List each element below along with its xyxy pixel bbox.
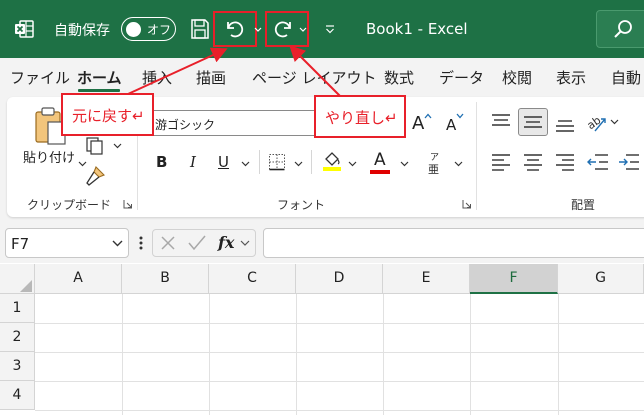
fill-color-dropdown-icon[interactable] (348, 161, 357, 167)
row-header-2[interactable]: 2 (0, 323, 35, 352)
column-header-c[interactable]: C (209, 264, 296, 294)
tab-automate[interactable]: 自動 (611, 67, 641, 88)
save-icon[interactable] (190, 18, 210, 40)
paste-label[interactable]: 貼り付け (23, 147, 75, 166)
align-right-icon[interactable] (555, 153, 575, 171)
tab-formulas[interactable]: 数式 (384, 67, 414, 88)
underline-button[interactable]: U (218, 153, 229, 171)
redo-icon[interactable] (272, 17, 296, 41)
tab-draw[interactable]: 描画 (196, 67, 226, 88)
font-divider (259, 150, 260, 174)
column-header-g[interactable]: G (558, 264, 644, 294)
window-title: Book1 - Excel (366, 20, 468, 38)
tab-review[interactable]: 校閲 (502, 67, 532, 88)
middle-align-icon (524, 116, 542, 128)
row-header-1[interactable]: 1 (0, 294, 35, 323)
font-name-value: 游ゴシック (155, 118, 216, 132)
font-group-label: フォント (277, 198, 326, 212)
grid-line (35, 410, 644, 411)
redo-dropdown-icon[interactable] (299, 27, 307, 33)
phonetic-dropdown-icon[interactable] (454, 161, 463, 167)
tab-page-layout[interactable]: ページ レイアウト (252, 67, 376, 88)
excel-logo-icon (15, 20, 34, 38)
align-center-icon[interactable] (523, 153, 543, 171)
grid-line (35, 323, 644, 324)
shrink-font-caret-icon (456, 113, 464, 119)
row-header-3[interactable]: 3 (0, 352, 35, 381)
cancel-icon[interactable] (160, 235, 176, 251)
select-all-triangle-icon (20, 280, 32, 292)
column-header-f[interactable]: F (470, 264, 558, 294)
undo-icon[interactable] (222, 17, 246, 41)
tab-view[interactable]: 表示 (556, 67, 586, 88)
autosave-label: 自動保存 (54, 23, 110, 39)
grid-line (35, 352, 644, 353)
undo-dropdown-icon[interactable] (254, 27, 262, 33)
bottom-align-icon[interactable] (555, 115, 575, 133)
group-separator (476, 102, 477, 210)
underline-dropdown-icon[interactable] (241, 161, 250, 167)
svg-text:ab: ab (585, 114, 603, 133)
borders-icon[interactable] (268, 153, 286, 171)
column-header-e[interactable]: E (383, 264, 470, 294)
format-painter-icon[interactable] (84, 165, 106, 187)
alignment-group-label: 配置 (571, 198, 596, 212)
copy-icon[interactable] (85, 136, 105, 156)
function-dropdown-icon[interactable] (240, 240, 250, 246)
bold-button[interactable]: B (156, 153, 167, 171)
search-icon[interactable] (613, 18, 635, 40)
name-box-dropdown-icon[interactable] (112, 240, 123, 247)
more-options-icon[interactable] (139, 235, 143, 251)
tab-file[interactable]: ファイル (10, 67, 70, 88)
customize-qat-icon[interactable] (325, 24, 335, 34)
font-divider (311, 150, 312, 174)
grid-line (558, 294, 559, 415)
name-box-value: F7 (11, 235, 30, 253)
increase-indent-icon[interactable] (618, 153, 640, 171)
align-left-icon[interactable] (491, 153, 511, 171)
grid-line (296, 294, 297, 415)
undo-callout-text: 元に戻す↵ (72, 107, 145, 125)
formula-input[interactable] (263, 228, 644, 258)
orientation-icon[interactable]: ab (585, 111, 609, 133)
autosave-toggle[interactable]: オフ (121, 17, 176, 41)
column-header-d[interactable]: D (296, 264, 383, 294)
insert-function-button[interactable]: fx (218, 233, 234, 252)
copy-dropdown-icon[interactable] (113, 143, 122, 149)
font-color-button[interactable]: A (374, 150, 386, 170)
borders-dropdown-icon[interactable] (294, 161, 303, 167)
column-header-a[interactable]: A (35, 264, 122, 294)
grid-line (470, 294, 471, 415)
grow-font-button[interactable]: A (412, 113, 424, 134)
phonetic-bottom[interactable]: 亜 (428, 161, 439, 177)
font-color-swatch (370, 170, 390, 174)
row-header-4[interactable]: 4 (0, 381, 35, 410)
grid-line (35, 381, 644, 382)
clipboard-launcher-icon[interactable] (123, 199, 133, 209)
toggle-state-label: オフ (147, 23, 172, 37)
active-tab-indicator (78, 89, 120, 92)
redo-callout-text: やり直し↵ (325, 109, 398, 127)
grid-line (383, 294, 384, 415)
tab-data[interactable]: データ (439, 67, 484, 88)
grow-font-caret-icon (424, 113, 432, 119)
fill-color-icon[interactable] (321, 150, 343, 172)
shrink-font-button[interactable]: A (446, 116, 456, 134)
grid-line (209, 294, 210, 415)
font-launcher-icon[interactable] (462, 199, 472, 209)
enter-check-icon[interactable] (188, 235, 206, 251)
italic-button[interactable]: I (190, 153, 196, 171)
tab-insert[interactable]: 挿入 (142, 67, 172, 88)
clipboard-group-label: クリップボード (27, 198, 112, 212)
column-header-b[interactable]: B (122, 264, 209, 294)
decrease-indent-icon[interactable] (587, 153, 609, 171)
toggle-knob (126, 21, 141, 37)
orientation-dropdown-icon[interactable] (610, 119, 619, 125)
grid-line (122, 294, 123, 415)
font-color-dropdown-icon[interactable] (400, 161, 409, 167)
tab-home[interactable]: ホーム (77, 67, 122, 88)
top-align-icon[interactable] (491, 113, 511, 131)
